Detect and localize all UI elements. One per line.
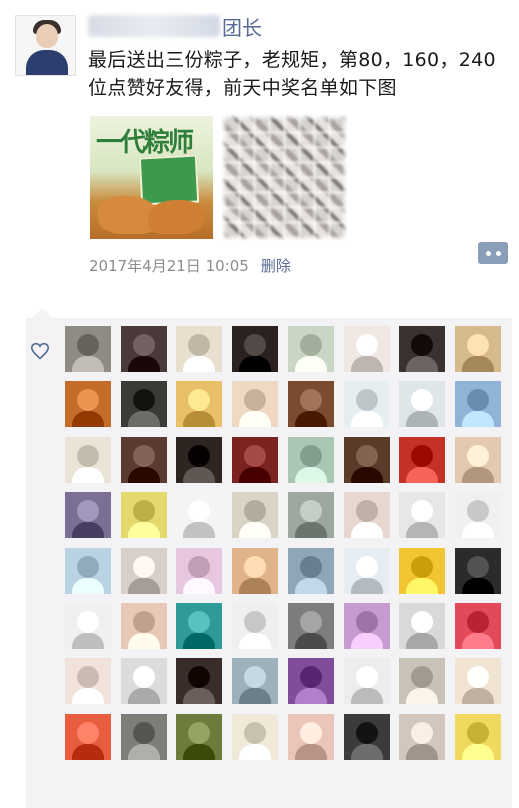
moments-post: 团长 最后送出三份粽子，老规矩，第80，160，240位点赞好友得，前天中奖名单… [0, 0, 519, 808]
liker-avatar[interactable] [176, 713, 223, 760]
liker-avatar[interactable] [176, 381, 223, 428]
liker-avatar[interactable] [120, 381, 167, 428]
liker-avatar[interactable] [399, 381, 446, 428]
liker-avatar[interactable] [454, 326, 501, 372]
liker-avatar[interactable] [287, 713, 334, 760]
post-photo-zongzi[interactable]: 一代粽师 [90, 116, 213, 239]
liker-avatar[interactable] [176, 603, 223, 649]
liker-avatar[interactable] [232, 326, 279, 372]
liker-avatar[interactable] [232, 492, 279, 539]
liker-avatar[interactable] [454, 713, 501, 760]
liker-avatar[interactable] [287, 547, 334, 594]
liker-avatar[interactable] [399, 547, 446, 594]
liker-avatar[interactable] [65, 713, 111, 760]
more-dots-icon[interactable] [478, 242, 508, 264]
liker-avatar[interactable] [232, 603, 279, 649]
likes-panel-arrow [32, 308, 52, 318]
liker-avatar[interactable] [176, 326, 223, 372]
liker-avatar[interactable] [176, 492, 223, 539]
liker-avatar[interactable] [120, 436, 167, 483]
liker-avatar[interactable] [454, 547, 501, 594]
post-photo-winner-list[interactable] [223, 116, 346, 239]
liker-avatar[interactable] [343, 381, 390, 428]
liker-avatar[interactable] [454, 492, 501, 539]
liker-avatar[interactable] [176, 547, 223, 594]
liker-avatar[interactable] [65, 436, 111, 483]
liker-avatar[interactable] [287, 603, 334, 649]
heart-icon [30, 342, 50, 360]
liker-avatar[interactable] [65, 603, 111, 649]
liker-avatar[interactable] [65, 381, 111, 428]
liker-avatar[interactable] [120, 326, 167, 372]
liker-avatar[interactable] [399, 713, 446, 760]
liker-avatar[interactable] [232, 436, 279, 483]
liker-avatar[interactable] [454, 658, 501, 705]
liker-avatar[interactable] [176, 658, 223, 705]
post-meta: 2017年4月21日 10:05 删除 [89, 254, 291, 276]
liker-avatar[interactable] [65, 658, 111, 705]
liker-avatar[interactable] [120, 547, 167, 594]
liker-avatar[interactable] [287, 326, 334, 372]
liker-avatar[interactable] [176, 436, 223, 483]
liker-avatar[interactable] [232, 713, 279, 760]
liker-avatar[interactable] [399, 603, 446, 649]
poster-avatar[interactable] [15, 15, 76, 76]
liker-avatar[interactable] [232, 547, 279, 594]
liker-avatar[interactable] [65, 492, 111, 539]
liker-avatar[interactable] [232, 381, 279, 428]
liker-avatar[interactable] [232, 658, 279, 705]
liker-avatar[interactable] [287, 436, 334, 483]
liker-avatar[interactable] [120, 658, 167, 705]
liker-avatar[interactable] [399, 326, 446, 372]
poster-nickname[interactable]: 团长 [222, 12, 262, 41]
liker-avatar[interactable] [343, 436, 390, 483]
liker-avatar[interactable] [65, 326, 111, 372]
liker-avatar[interactable] [65, 547, 111, 594]
delete-link[interactable]: 删除 [261, 255, 291, 276]
blurred-name [88, 15, 220, 37]
liker-avatar[interactable] [287, 658, 334, 705]
liker-avatar[interactable] [120, 713, 167, 760]
liker-avatar[interactable] [287, 381, 334, 428]
liker-avatar[interactable] [343, 658, 390, 705]
liker-avatar[interactable] [454, 381, 501, 428]
liker-avatar[interactable] [343, 492, 390, 539]
photo-brush-text: 一代粽师 [96, 128, 194, 158]
poster-name-row[interactable]: 团长 [88, 12, 262, 40]
liker-avatar[interactable] [343, 547, 390, 594]
liker-avatar[interactable] [454, 436, 501, 483]
liker-avatar[interactable] [399, 658, 446, 705]
liker-avatar[interactable] [343, 326, 390, 372]
liker-avatar[interactable] [343, 713, 390, 760]
liker-avatar[interactable] [399, 436, 446, 483]
post-time: 2017年4月21日 10:05 [89, 256, 249, 275]
liker-avatar[interactable] [454, 603, 501, 649]
liker-avatar[interactable] [120, 492, 167, 539]
liker-avatar[interactable] [343, 603, 390, 649]
post-text: 最后送出三份粽子，老规矩，第80，160，240位点赞好友得，前天中奖名单如下图 [88, 49, 496, 99]
liker-avatar[interactable] [120, 603, 167, 649]
liker-avatar[interactable] [287, 492, 334, 539]
liker-avatar[interactable] [399, 492, 446, 539]
